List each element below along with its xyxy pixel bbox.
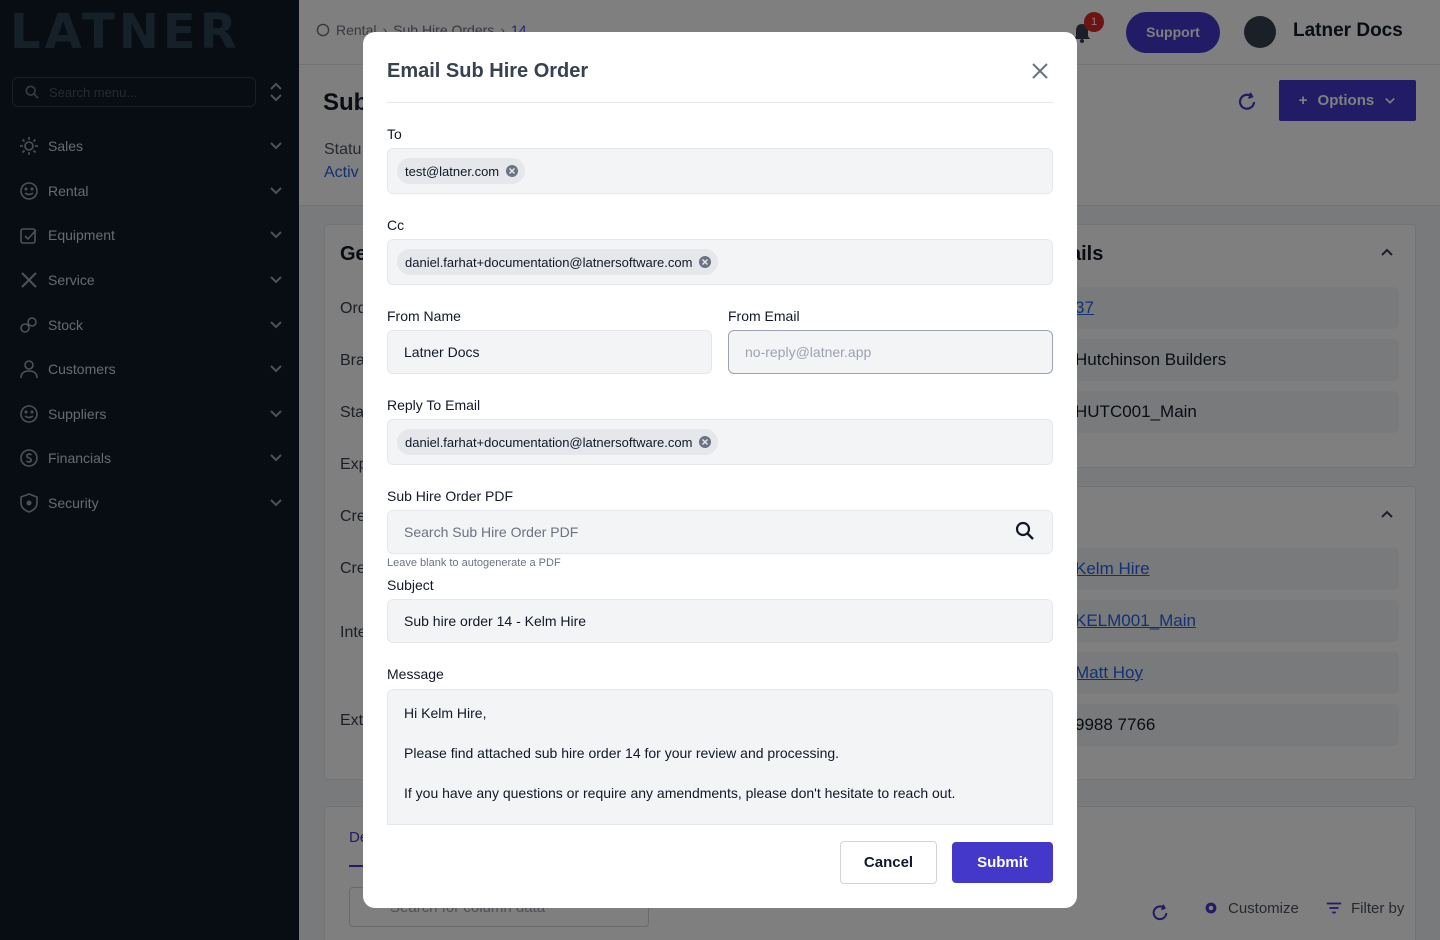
- chip-label: daniel.farhat+documentation@latnersoftwa…: [405, 434, 693, 450]
- email-chip: daniel.farhat+documentation@latnersoftwa…: [397, 429, 719, 455]
- reply-to-field[interactable]: daniel.farhat+documentation@latnersoftwa…: [387, 419, 1053, 465]
- chip-label: daniel.farhat+documentation@latnersoftwa…: [405, 254, 693, 270]
- subject-input[interactable]: Sub hire order 14 - Kelm Hire: [387, 599, 1053, 643]
- message-textarea[interactable]: Hi Kelm Hire, Please find attached sub h…: [387, 689, 1053, 825]
- message-line: Please find attached sub hire order 14 f…: [404, 745, 840, 761]
- submit-button[interactable]: Submit: [952, 842, 1053, 883]
- chip-label: test@latner.com: [405, 163, 500, 179]
- reply-to-label: Reply To Email: [387, 397, 481, 413]
- from-name-label: From Name: [387, 308, 461, 324]
- to-field[interactable]: test@latner.com: [387, 148, 1053, 194]
- remove-chip-icon[interactable]: [698, 255, 712, 269]
- remove-chip-icon[interactable]: [505, 164, 519, 178]
- cc-field[interactable]: daniel.farhat+documentation@latnersoftwa…: [387, 239, 1053, 285]
- modal-title: Email Sub Hire Order: [387, 60, 589, 82]
- close-icon[interactable]: [1029, 60, 1051, 82]
- message-label: Message: [387, 666, 444, 682]
- from-email-input[interactable]: no-reply@latner.app: [728, 330, 1053, 374]
- divider: [387, 102, 1053, 103]
- search-icon[interactable]: [1015, 521, 1035, 541]
- subject-label: Subject: [387, 577, 434, 593]
- remove-chip-icon[interactable]: [698, 435, 712, 449]
- message-line: If you have any questions or require any…: [404, 785, 956, 801]
- from-name-input[interactable]: Latner Docs: [387, 330, 712, 374]
- message-line: Hi Kelm Hire,: [404, 705, 487, 721]
- cc-label: Cc: [387, 217, 405, 233]
- from-email-label: From Email: [728, 308, 800, 324]
- cancel-button[interactable]: Cancel: [840, 841, 937, 884]
- pdf-label: Sub Hire Order PDF: [387, 488, 514, 504]
- email-chip: daniel.farhat+documentation@latnersoftwa…: [397, 249, 719, 275]
- pdf-search-input[interactable]: Search Sub Hire Order PDF: [387, 510, 1053, 554]
- email-sub-hire-order-modal: Email Sub Hire Order To test@latner.com …: [363, 32, 1077, 908]
- email-chip: test@latner.com: [397, 158, 526, 184]
- to-label: To: [387, 126, 402, 142]
- pdf-hint: Leave blank to autogenerate a PDF: [387, 557, 561, 569]
